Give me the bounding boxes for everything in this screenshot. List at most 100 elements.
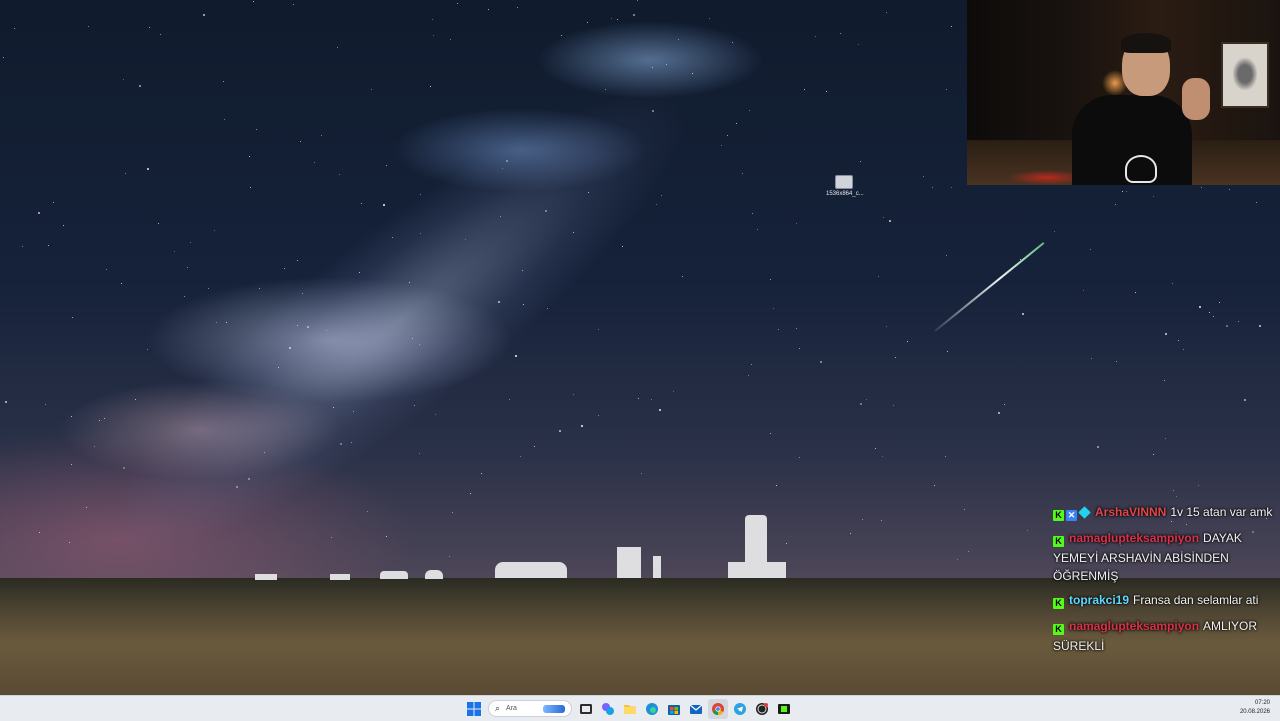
star <box>742 173 743 174</box>
star <box>587 22 588 23</box>
star <box>500 216 501 217</box>
streamer-hair <box>1121 33 1171 53</box>
badge-group: K <box>1053 619 1066 637</box>
star <box>998 412 1000 414</box>
chat-message: K namaglupteksampiyon AMLIYOR SÜREKLİ <box>1053 617 1275 655</box>
star <box>770 433 771 434</box>
star <box>860 403 862 405</box>
star <box>749 110 750 111</box>
star <box>38 212 40 214</box>
star <box>581 425 583 427</box>
star <box>331 537 332 538</box>
chrome-icon[interactable] <box>708 698 728 719</box>
star <box>226 322 227 323</box>
star <box>773 308 774 309</box>
star <box>882 456 883 457</box>
edge-icon[interactable] <box>642 699 662 719</box>
chat-username: ArshaVINNN <box>1095 505 1167 519</box>
windows-start-icon[interactable] <box>464 699 484 719</box>
star <box>1164 380 1165 381</box>
star <box>432 19 433 20</box>
star <box>123 467 125 469</box>
star <box>506 160 508 162</box>
star <box>588 192 589 193</box>
chat-message: K toprakci19 Fransa dan selamlar ati <box>1053 591 1275 611</box>
star <box>951 187 952 188</box>
star <box>862 519 863 520</box>
star <box>682 276 683 277</box>
star <box>652 110 654 112</box>
star <box>1238 321 1239 322</box>
star <box>174 251 175 252</box>
star <box>860 161 861 162</box>
star <box>420 233 421 234</box>
star <box>69 542 70 543</box>
chat-message: K ✕ ArshaVINNN 1v 15 atan var amk <box>1053 503 1275 523</box>
star <box>326 330 327 331</box>
star <box>5 401 7 403</box>
star <box>633 14 635 16</box>
observatory-building <box>425 570 443 579</box>
search-highlight-icon <box>543 704 565 713</box>
star <box>651 399 652 400</box>
star <box>253 1 254 2</box>
star <box>106 269 107 270</box>
star <box>45 404 46 405</box>
star <box>799 457 800 458</box>
star <box>409 282 410 283</box>
star <box>386 165 387 166</box>
star <box>796 223 797 224</box>
observatory-building <box>330 574 350 580</box>
store-icon[interactable] <box>664 699 684 719</box>
taskbar-search-box[interactable]: ⌕ Ara <box>488 700 572 717</box>
star <box>886 12 887 13</box>
star <box>302 293 303 294</box>
kick-icon[interactable] <box>774 699 794 719</box>
star <box>125 173 126 174</box>
star <box>515 355 517 357</box>
file-explorer-icon[interactable] <box>620 699 640 719</box>
mail-icon[interactable] <box>686 699 706 719</box>
star <box>190 242 191 243</box>
taskbar-pinned-area: ⌕ Ara <box>464 698 796 719</box>
clock-date: 20.08.2026 <box>1239 709 1270 715</box>
star <box>605 89 606 90</box>
star <box>184 296 185 297</box>
shirt-logo <box>1125 155 1157 183</box>
star <box>383 204 385 206</box>
star <box>386 536 387 537</box>
star <box>1083 290 1084 291</box>
chat-username: namaglupteksampiyon <box>1069 531 1200 545</box>
system-clock[interactable]: 07:20 20.08.2026 <box>1240 699 1270 717</box>
star <box>470 493 471 494</box>
star <box>964 509 965 510</box>
star <box>1256 202 1257 203</box>
badge-group: K ✕ <box>1053 505 1092 523</box>
desktop-file-icon[interactable]: 1536x864_c... <box>826 175 864 197</box>
wolf-picture <box>1233 58 1257 90</box>
observatory-building <box>745 515 767 565</box>
star <box>321 135 322 136</box>
observatory-building <box>255 574 277 580</box>
star <box>48 245 49 246</box>
star <box>641 473 642 474</box>
star <box>522 270 523 271</box>
wolf-picture-frame <box>1221 42 1269 108</box>
star <box>1183 349 1184 350</box>
star <box>799 348 800 349</box>
star <box>465 239 466 240</box>
task-view-icon[interactable] <box>576 699 596 719</box>
star <box>339 174 340 175</box>
copilot-icon[interactable] <box>598 699 618 719</box>
star <box>203 14 205 16</box>
telegram-icon[interactable] <box>730 699 750 719</box>
star <box>1176 496 1177 497</box>
star <box>1054 231 1055 232</box>
observatory-building <box>495 562 567 578</box>
obs-icon[interactable] <box>752 699 772 719</box>
star <box>135 399 136 400</box>
star <box>86 507 87 508</box>
star <box>561 35 562 36</box>
star <box>359 272 360 273</box>
star <box>573 232 574 233</box>
